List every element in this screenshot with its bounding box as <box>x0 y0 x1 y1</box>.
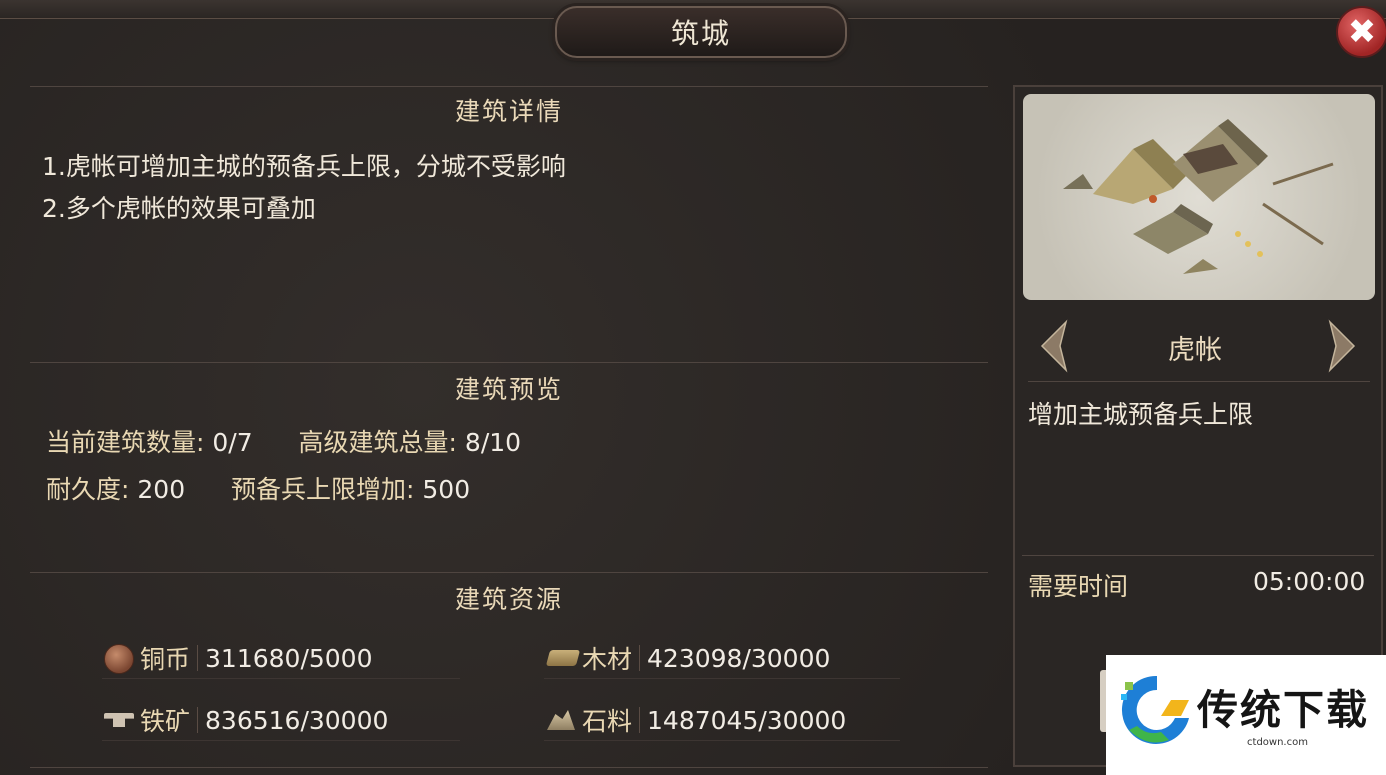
resource-value: 423098/30000 <box>647 643 831 673</box>
iron-ore-icon <box>102 708 134 732</box>
watermark-url-text: ctdown.com <box>1243 737 1312 748</box>
resource-row-copper: 铜币 311680/5000 <box>102 638 460 679</box>
resource-label: 石料 <box>582 707 633 736</box>
divider <box>1028 381 1370 382</box>
chevron-left-icon <box>1040 319 1068 373</box>
details-line-2: 2.多个虎帐的效果可叠加 <box>42 194 316 223</box>
separator <box>639 645 641 671</box>
stat-row-durability: 耐久度: 200 预备兵上限增加: 500 <box>46 467 470 513</box>
window-title: 筑城 <box>555 6 847 58</box>
preview-heading: 建筑预览 <box>454 375 563 404</box>
reserve-value: 500 <box>422 475 471 504</box>
divider <box>30 362 988 363</box>
separator <box>197 707 199 733</box>
advanced-total-value: 8/10 <box>464 428 522 457</box>
current-count-value: 0/7 <box>212 428 253 457</box>
separator <box>639 707 641 733</box>
resource-value: 836516/30000 <box>205 705 389 735</box>
building-description: 增加主城预备兵上限 <box>1028 400 1254 429</box>
camp-illustration <box>1063 119 1334 274</box>
stone-icon <box>544 708 575 732</box>
resources-heading: 建筑资源 <box>454 585 563 614</box>
divider <box>30 572 988 573</box>
resource-row-wood: 木材 423098/30000 <box>544 638 900 679</box>
copper-coin-icon <box>102 644 134 674</box>
building-preview-image <box>1023 94 1375 300</box>
resource-label: 铜币 <box>140 645 191 674</box>
close-icon: ✖ <box>1347 12 1377 52</box>
current-count-label: 当前建筑数量: <box>46 428 205 457</box>
details-line-1: 1.虎帐可增加主城的预备兵上限，分城不受影响 <box>42 152 566 181</box>
divider <box>30 86 988 87</box>
separator <box>197 645 199 671</box>
next-building-button[interactable] <box>1326 318 1360 374</box>
reserve-label: 预备兵上限增加: <box>231 475 415 504</box>
advanced-total-label: 高级建筑总量: <box>298 428 457 457</box>
durability-value: 200 <box>137 475 186 504</box>
stat-row-counts: 当前建筑数量: 0/7 高级建筑总量: 8/10 <box>46 420 521 466</box>
watermark-logo-icon <box>1121 675 1189 744</box>
resource-label: 铁矿 <box>140 707 191 736</box>
watermark-brand: 传统下载 <box>1197 686 1369 734</box>
prev-building-button[interactable] <box>1036 318 1070 374</box>
details-heading: 建筑详情 <box>454 97 563 126</box>
resource-value: 311680/5000 <box>205 643 373 673</box>
durability-label: 耐久度: <box>46 475 130 504</box>
wood-icon <box>544 646 581 670</box>
time-value: 05:00:00 <box>1253 567 1366 596</box>
divider <box>1022 555 1374 556</box>
resource-label: 木材 <box>582 645 633 674</box>
watermark-url: ctdown.com <box>1200 737 1355 748</box>
resource-row-iron: 铁矿 836516/30000 <box>102 700 460 741</box>
time-label: 需要时间 <box>1028 572 1129 601</box>
chevron-right-icon <box>1328 319 1356 373</box>
divider <box>30 767 988 768</box>
resource-row-stone: 石料 1487045/30000 <box>544 700 900 741</box>
resource-value: 1487045/30000 <box>647 705 847 735</box>
close-button[interactable]: ✖ <box>1336 6 1386 58</box>
building-name: 虎帐 <box>1168 335 1222 366</box>
